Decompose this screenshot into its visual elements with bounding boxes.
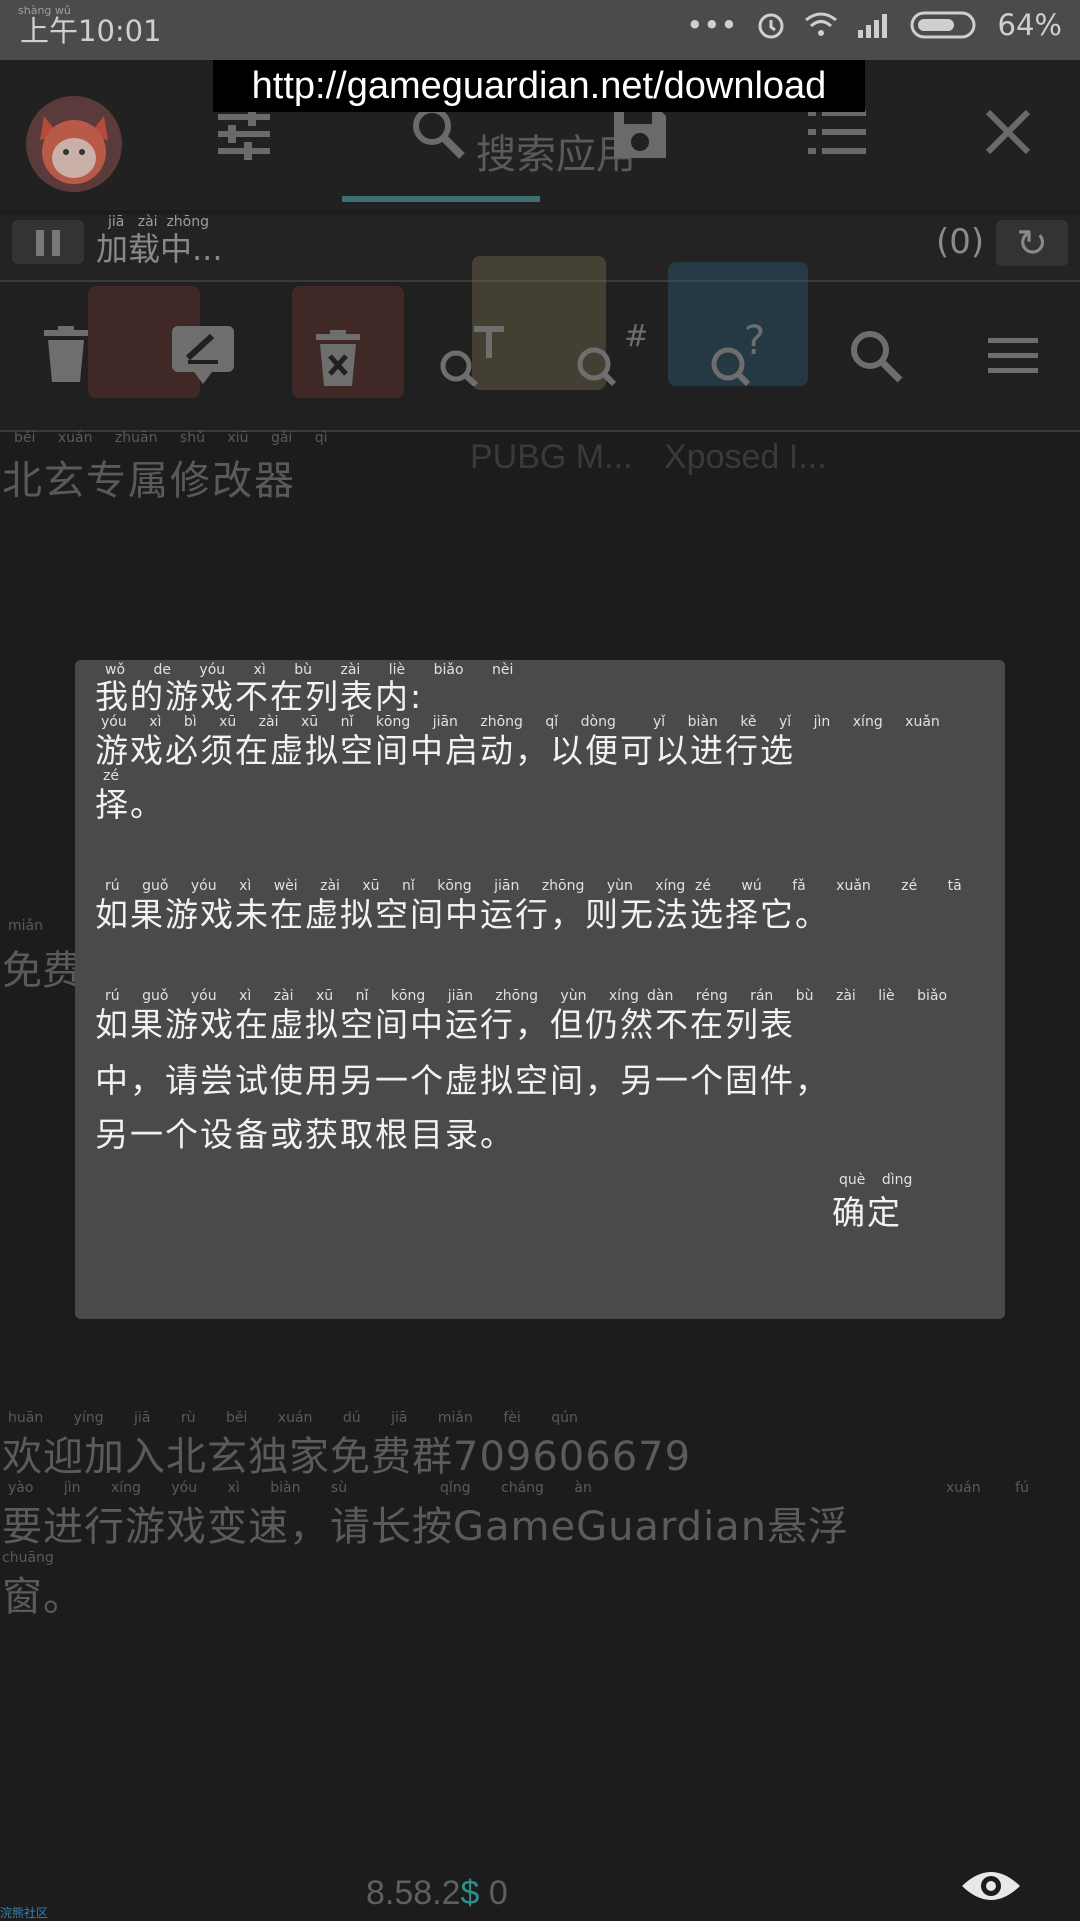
svg-text:?: ? bbox=[744, 320, 765, 364]
refresh-icon: ↻ bbox=[1016, 221, 1048, 265]
speed-hint-text: 要进行游戏变速，请长按GameGuardian悬浮 bbox=[2, 1504, 850, 1550]
free-pinyin: miǎn bbox=[8, 918, 43, 934]
ok-pinyin: què dìng bbox=[839, 1172, 913, 1188]
more-dots-icon: ••• bbox=[686, 8, 738, 42]
tool-search-icon[interactable] bbox=[848, 328, 904, 384]
dialog: wǒ de yóu xì bù zài liè biǎo nèi 我的游戏不在列… bbox=[75, 660, 1005, 1319]
wifi-icon bbox=[804, 12, 837, 36]
line2-pinyin-c: xuán fú bbox=[946, 1480, 1029, 1496]
url-banner: http://gameguardian.net/download bbox=[213, 60, 865, 112]
dialog-text-3c: 另一个设备或获取根目录。 bbox=[95, 1115, 515, 1154]
edit-icon[interactable] bbox=[172, 326, 234, 388]
refresh-button[interactable]: ↻ bbox=[996, 220, 1068, 266]
process-count: (0) bbox=[936, 222, 985, 262]
dialog-text-3: 如果游戏在虚拟空间中运行，但仍然不在列表 bbox=[95, 1005, 795, 1044]
settings-sliders-icon[interactable] bbox=[214, 106, 274, 162]
close-icon[interactable] bbox=[984, 108, 1032, 156]
alarm-icon bbox=[758, 13, 784, 39]
eye-icon[interactable] bbox=[960, 1866, 1022, 1906]
battery-percent: 64% bbox=[997, 8, 1062, 42]
search-text-icon[interactable] bbox=[438, 324, 510, 386]
time-pinyin: shàng wǔ bbox=[18, 4, 71, 17]
ok-button[interactable]: 确定 bbox=[832, 1186, 932, 1242]
dialog-text-2: 如果游戏未在虚拟空间中运行，则无法选择它。 bbox=[95, 895, 830, 934]
delete-icon[interactable] bbox=[44, 326, 88, 382]
version-number: 8.58.2 bbox=[366, 1874, 461, 1912]
search-icon[interactable] bbox=[410, 104, 466, 160]
free-partial-text: 免费 bbox=[2, 948, 82, 994]
welcome-text: 欢迎加入北玄独家免费群709606679 bbox=[2, 1434, 692, 1480]
delete-selected-icon[interactable] bbox=[316, 330, 360, 386]
pause-button[interactable] bbox=[12, 220, 84, 264]
tab-indicator bbox=[342, 196, 540, 202]
app-label-pubg: PUBG M... bbox=[470, 438, 633, 476]
status-icons: ••• 64% bbox=[686, 8, 1062, 42]
svg-text:#: # bbox=[624, 320, 646, 354]
search-unknown-icon[interactable]: ? bbox=[708, 320, 780, 386]
app-logo bbox=[26, 96, 122, 192]
version-info: 8.58.2$ 0 bbox=[366, 1874, 508, 1913]
dialog-text-1-end: 择。 bbox=[95, 785, 165, 824]
app-label-xposed: Xposed I... bbox=[664, 438, 827, 476]
list-icon[interactable] bbox=[808, 104, 866, 160]
community-watermark: 浣熊社区 bbox=[0, 1906, 49, 1920]
app-title: 北玄专属修改器 bbox=[2, 458, 296, 504]
dialog-heading: 我的游戏不在列表内: bbox=[95, 677, 424, 716]
currency-symbol: $ bbox=[460, 1874, 480, 1912]
loading-text: 加载中... bbox=[96, 230, 223, 268]
save-icon[interactable] bbox=[612, 104, 668, 160]
search-number-icon[interactable]: # bbox=[574, 320, 646, 386]
title-pinyin: běi xuán zhuān shǔ xiū gǎi qì bbox=[14, 430, 328, 446]
dialog-text-1: 游戏必须在虚拟空间中启动，以便可以进行选 bbox=[95, 731, 795, 770]
dialog-text-3b: 中，请尝试使用另一个虚拟空间，另一个固件， bbox=[95, 1061, 830, 1100]
battery-icon bbox=[910, 11, 976, 39]
currency-value: 0 bbox=[488, 1874, 508, 1912]
speed-hint-text-end: 窗。 bbox=[2, 1574, 84, 1620]
signal-icon bbox=[857, 14, 887, 38]
menu-icon[interactable] bbox=[988, 336, 1038, 376]
